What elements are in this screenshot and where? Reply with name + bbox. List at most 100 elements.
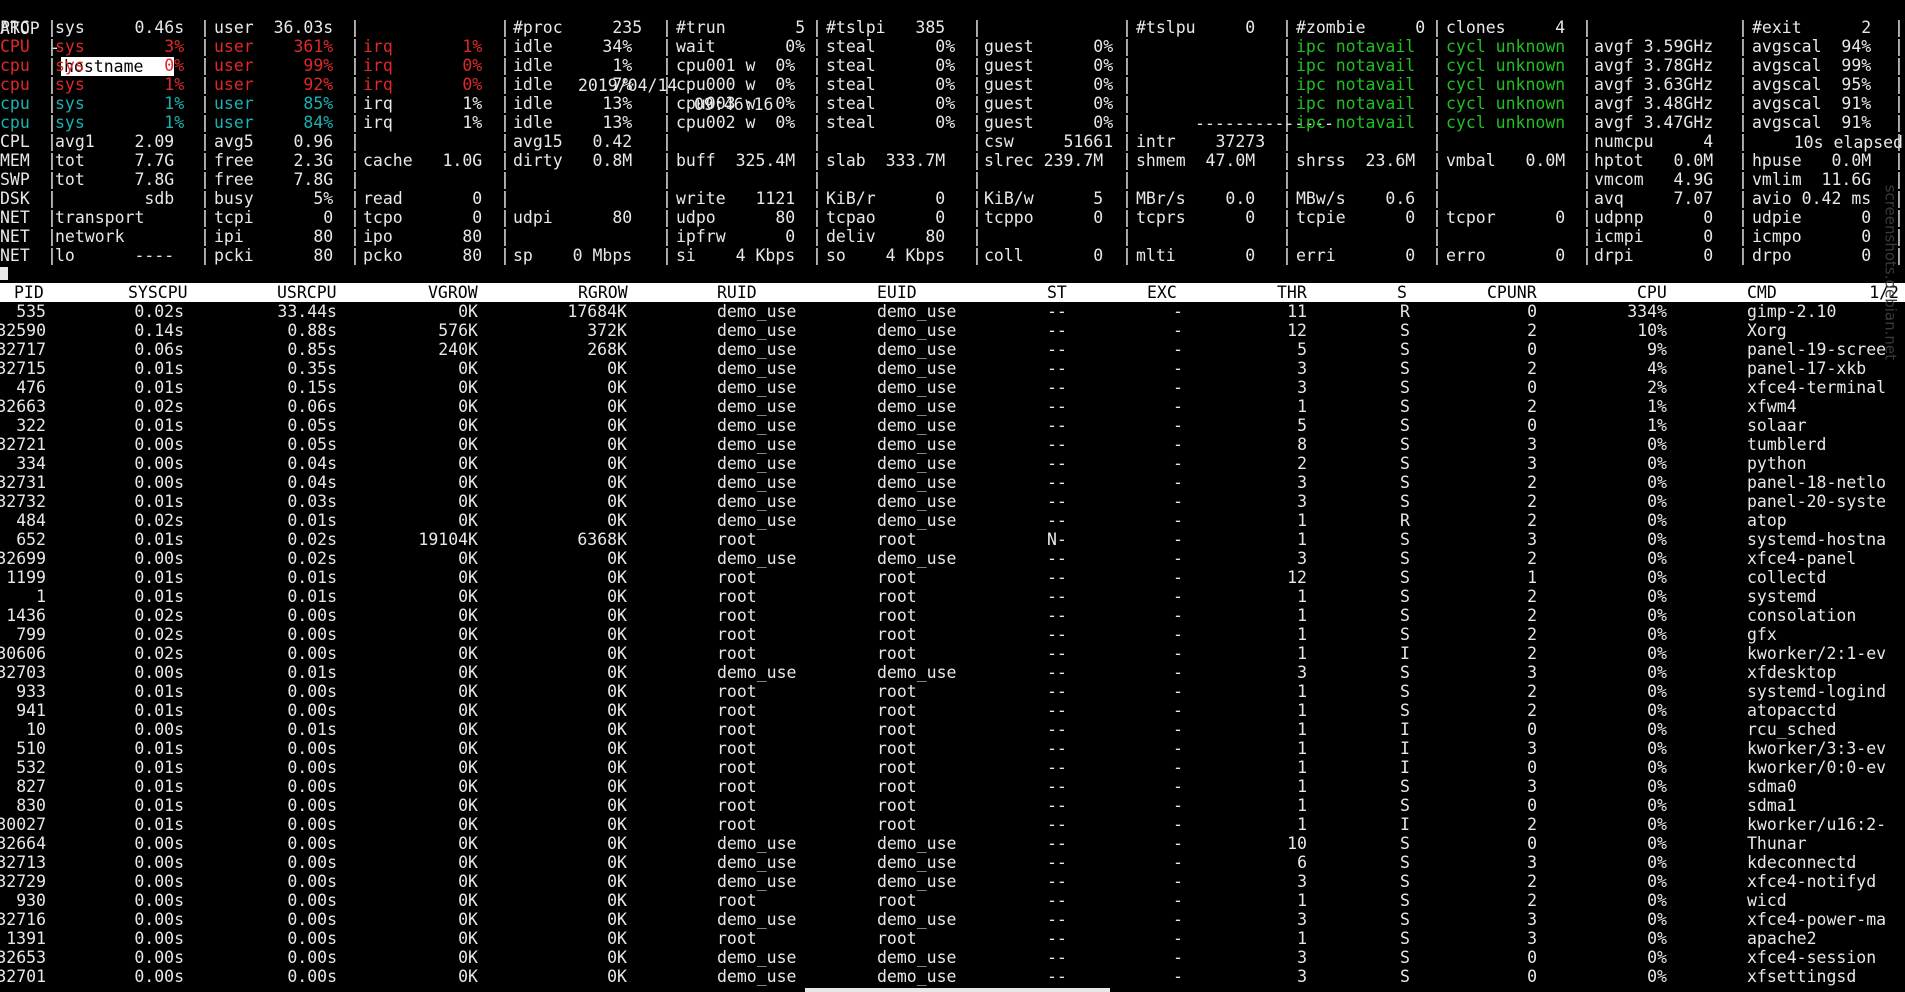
table-row[interactable]: 484 0.02s 0.01s 0K 0K demo_use demo_use -- -1 R 2 0… bbox=[0, 511, 1905, 530]
cell-thr: 1 bbox=[1297, 796, 1307, 815]
table-row[interactable]: 32663 0.02s 0.06s 0K 0K demo_use demo_use -- -1 S… bbox=[0, 397, 1905, 416]
table-row[interactable]: 32703 0.00s 0.01s 0K 0K demo_use demo_use -- -3 S… bbox=[0, 663, 1905, 682]
table-row[interactable]: 652 0.01s 0.02s 19104K 6368K root root N- -1 S 3 0%… bbox=[0, 530, 1905, 549]
col-header-st[interactable]: ST bbox=[1047, 283, 1067, 302]
cell-st: -- bbox=[1047, 492, 1067, 511]
sys-stat-10: avgf 3.47GHz bbox=[1594, 113, 1714, 132]
col-header-pid[interactable]: PID bbox=[14, 283, 44, 302]
cell-euid: root bbox=[877, 587, 917, 606]
sys-stat-1: user 92% bbox=[214, 75, 334, 94]
cell-st: -- bbox=[1047, 416, 1067, 435]
cell-euid: root bbox=[877, 701, 917, 720]
table-row[interactable]: 1391 0.00s 0.00s 0K 0K root root -- -1 S 3 0% apache… bbox=[0, 929, 1905, 948]
table-row[interactable]: 930 0.00s 0.00s 0K 0K root root -- -1 S 2 0% wicd bbox=[0, 891, 1905, 910]
table-row[interactable]: 510 0.01s 0.00s 0K 0K root root -- -1 I 3 0% kworker… bbox=[0, 739, 1905, 758]
table-row[interactable]: 32732 0.01s 0.03s 0K 0K demo_use demo_use -- -3 S… bbox=[0, 492, 1905, 511]
table-row[interactable]: 32653 0.00s 0.00s 0K 0K demo_use demo_use -- -3 S… bbox=[0, 948, 1905, 967]
table-row[interactable]: 1199 0.01s 0.01s 0K 0K root root -- -12 S 1 0% colle… bbox=[0, 568, 1905, 587]
sys-stat-6: KiB/w 5 bbox=[984, 189, 1104, 208]
table-row[interactable]: 32717 0.06s 0.85s 240K 268K demo_use demo_use -… bbox=[0, 340, 1905, 359]
table-row[interactable]: 30027 0.01s 0.00s 0K 0K root root -- -1 I 2 0% kwork… bbox=[0, 815, 1905, 834]
table-row[interactable]: 32701 0.00s 0.00s 0K 0K demo_use demo_use -- -3 S… bbox=[0, 967, 1905, 986]
cell-ruid: demo_use bbox=[717, 492, 797, 511]
table-row[interactable]: 799 0.02s 0.00s 0K 0K root root -- -1 S 2 0% gfx bbox=[0, 625, 1905, 644]
cell-cpu: 0% bbox=[1647, 739, 1667, 758]
sys-stat-10: avgf 3.59GHz bbox=[1594, 37, 1714, 56]
cell-st: -- bbox=[1047, 777, 1067, 796]
col-header-ruid[interactable]: RUID bbox=[717, 283, 757, 302]
sys-stat-8: MBw/s 0.6 bbox=[1296, 189, 1416, 208]
sys-stat-10: vmcom 4.9G bbox=[1594, 170, 1714, 189]
sys-stat-6: tcppo 0 bbox=[984, 208, 1104, 227]
table-row[interactable]: 322 0.01s 0.05s 0K 0K demo_use demo_use -- -5 S 0 1… bbox=[0, 416, 1905, 435]
cell-st: -- bbox=[1047, 720, 1067, 739]
cell-rgrow: 0K bbox=[607, 644, 627, 663]
col-header-thr[interactable]: THR bbox=[1277, 283, 1307, 302]
cell-st: -- bbox=[1047, 682, 1067, 701]
cell-ruid: demo_use bbox=[717, 872, 797, 891]
table-row[interactable]: 933 0.01s 0.00s 0K 0K root root -- -1 S 2 0% systemd… bbox=[0, 682, 1905, 701]
sys-stat-11: avio 0.42 ms bbox=[1752, 189, 1872, 208]
table-row[interactable]: 32731 0.00s 0.04s 0K 0K demo_use demo_use -- -3 S… bbox=[0, 473, 1905, 492]
col-header-exc[interactable]: EXC bbox=[1147, 283, 1177, 302]
cell-rgrow: 0K bbox=[607, 682, 627, 701]
table-row[interactable]: 941 0.01s 0.00s 0K 0K root root -- -1 S 2 0% atopacc… bbox=[0, 701, 1905, 720]
cell-ruid: root bbox=[717, 739, 757, 758]
table-row[interactable]: 32664 0.00s 0.00s 0K 0K demo_use demo_use -- -10… bbox=[0, 834, 1905, 853]
cell-cpu: 0% bbox=[1647, 587, 1667, 606]
table-row[interactable]: 1 0.01s 0.01s 0K 0K root root -- -1 S 2 0% systemd bbox=[0, 587, 1905, 606]
cell-thr: 6 bbox=[1297, 853, 1307, 872]
cell-rgrow: 0K bbox=[607, 435, 627, 454]
cell-thr: 1 bbox=[1297, 606, 1307, 625]
col-header-cpu[interactable]: CPU bbox=[1637, 283, 1667, 302]
cell-st: -- bbox=[1047, 701, 1067, 720]
col-header-cpunr[interactable]: CPUNR bbox=[1487, 283, 1537, 302]
sys-line-label: cpu bbox=[0, 94, 30, 113]
sys-stat-11: avgscal 91% bbox=[1752, 94, 1872, 113]
cell-st: -- bbox=[1047, 948, 1067, 967]
table-row[interactable]: 32729 0.00s 0.00s 0K 0K demo_use demo_use -- -3 S… bbox=[0, 872, 1905, 891]
sys-stat-9: cycl unknown bbox=[1446, 37, 1566, 56]
cell-st: -- bbox=[1047, 587, 1067, 606]
table-row[interactable]: 32590 0.14s 0.88s 576K 372K demo_use demo_use -… bbox=[0, 321, 1905, 340]
table-row[interactable]: 32721 0.00s 0.05s 0K 0K demo_use demo_use -- -8 S… bbox=[0, 435, 1905, 454]
table-row[interactable]: 32713 0.00s 0.00s 0K 0K demo_use demo_use -- -6 S… bbox=[0, 853, 1905, 872]
cell-st: -- bbox=[1047, 397, 1067, 416]
col-header-syscpu[interactable]: SYSCPU bbox=[128, 283, 188, 302]
table-row[interactable]: 1436 0.02s 0.00s 0K 0K root root -- -1 S 2 0% consol… bbox=[0, 606, 1905, 625]
table-row[interactable]: 32715 0.01s 0.35s 0K 0K demo_use demo_use -- -3 S… bbox=[0, 359, 1905, 378]
sys-line-dsk: DSK | | | | | | | | | | | | | sdb busy 5% read 0 write 1… bbox=[0, 189, 1904, 208]
table-row[interactable]: 830 0.01s 0.00s 0K 0K root root -- -1 S 0 0% sdma1 bbox=[0, 796, 1905, 815]
col-header-s[interactable]: S bbox=[1397, 283, 1407, 302]
table-row[interactable]: 476 0.01s 0.15s 0K 0K demo_use demo_use -- -3 S 0 2… bbox=[0, 378, 1905, 397]
table-row[interactable]: 532 0.01s 0.00s 0K 0K root root -- -1 I 0 0% kworker… bbox=[0, 758, 1905, 777]
process-table[interactable]: 535 0.02s 33.44s 0K 17684K demo_use demo_use --… bbox=[0, 302, 1905, 988]
table-row[interactable]: 10 0.00s 0.01s 0K 0K root root -- -1 I 0 0% rcu_sche… bbox=[0, 720, 1905, 739]
sys-stat-10: drpi 0 bbox=[1594, 246, 1714, 265]
table-row[interactable]: 334 0.00s 0.04s 0K 0K demo_use demo_use -- -2 S 3 0… bbox=[0, 454, 1905, 473]
col-header-euid[interactable]: EUID bbox=[877, 283, 917, 302]
cell-ruid: demo_use bbox=[717, 454, 797, 473]
table-row[interactable]: 30606 0.02s 0.00s 0K 0K root root -- -1 I 2 0% kwork… bbox=[0, 644, 1905, 663]
col-header-vgrow[interactable]: VGROW bbox=[428, 283, 478, 302]
table-row[interactable]: 32716 0.00s 0.00s 0K 0K demo_use demo_use -- -3 S… bbox=[0, 910, 1905, 929]
table-row[interactable]: 32699 0.00s 0.02s 0K 0K demo_use demo_use -- -3 S… bbox=[0, 549, 1905, 568]
scrollbar[interactable] bbox=[805, 988, 1110, 992]
sys-stat-11: avgscal 95% bbox=[1752, 75, 1872, 94]
cell-st: -- bbox=[1047, 568, 1067, 587]
cell-ruid: demo_use bbox=[717, 511, 797, 530]
table-row[interactable]: 535 0.02s 33.44s 0K 17684K demo_use demo_use --… bbox=[0, 302, 1905, 321]
cell-cmd: sdma0 bbox=[1747, 777, 1797, 796]
cell-cpu: 0% bbox=[1647, 530, 1667, 549]
col-header-rgrow[interactable]: RGROW bbox=[578, 283, 628, 302]
col-header-usrcpu[interactable]: USRCPU bbox=[277, 283, 337, 302]
cell-cpu: 4% bbox=[1647, 359, 1667, 378]
cell-cpu: 0% bbox=[1647, 796, 1667, 815]
cell-euid: root bbox=[877, 720, 917, 739]
cell-thr: 1 bbox=[1297, 891, 1307, 910]
table-row[interactable]: 827 0.01s 0.00s 0K 0K root root -- -1 S 3 0% sdma0 bbox=[0, 777, 1905, 796]
cell-ruid: demo_use bbox=[717, 549, 797, 568]
cell-rgrow: 0K bbox=[607, 378, 627, 397]
col-header-cmd[interactable]: CMD bbox=[1747, 283, 1777, 302]
cell-rgrow: 0K bbox=[607, 872, 627, 891]
